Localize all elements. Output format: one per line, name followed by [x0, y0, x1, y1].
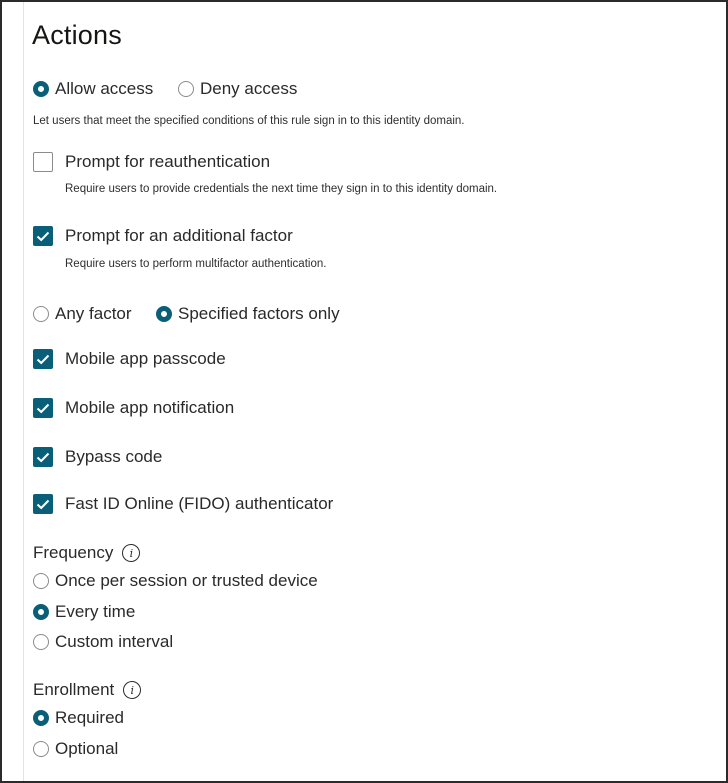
frequency-option-label: Every time — [55, 602, 136, 621]
frequency-option-label: Custom interval — [55, 632, 174, 651]
checkmark-icon — [36, 403, 50, 413]
page-title: Actions — [32, 20, 122, 50]
enrollment-heading: Enrollment i — [33, 680, 142, 700]
factor-label: Bypass code — [65, 447, 163, 466]
deny-access-label: Deny access — [200, 79, 298, 98]
checkbox-box — [33, 226, 53, 246]
factor-label: Mobile app notification — [65, 398, 235, 417]
enrollment-option-optional[interactable]: Optional — [33, 739, 118, 759]
checkmark-icon — [36, 354, 50, 364]
radio-indicator — [33, 604, 49, 620]
frequency-label: Frequency — [33, 543, 114, 562]
specified-factors-radio[interactable]: Specified factors only — [156, 304, 340, 324]
frequency-option-label: Once per session or trusted device — [55, 571, 318, 590]
any-factor-label: Any factor — [55, 304, 132, 323]
enrollment-option-label: Required — [55, 708, 124, 727]
enrollment-option-label: Optional — [55, 739, 119, 758]
radio-indicator — [33, 634, 49, 650]
additional-factor-checkbox[interactable]: Prompt for an additional factor — [33, 226, 293, 246]
factor-label: Fast ID Online (FIDO) authenticator — [65, 494, 334, 513]
panel-left-rule — [23, 2, 24, 781]
checkbox-box — [33, 494, 53, 514]
radio-indicator — [156, 306, 172, 322]
any-factor-radio[interactable]: Any factor — [33, 304, 132, 324]
factor-checkbox-mobile-notification[interactable]: Mobile app notification — [33, 398, 234, 418]
reauthentication-help-text: Require users to provide credentials the… — [65, 183, 498, 195]
enrollment-label: Enrollment — [33, 680, 115, 699]
deny-access-radio[interactable]: Deny access — [178, 79, 297, 99]
checkbox-box — [33, 447, 53, 467]
additional-factor-help-text: Require users to perform multifactor aut… — [65, 258, 327, 270]
reauthentication-checkbox[interactable]: Prompt for reauthentication — [33, 152, 270, 172]
reauthentication-label: Prompt for reauthentication — [65, 152, 271, 171]
factor-checkbox-fido[interactable]: Fast ID Online (FIDO) authenticator — [33, 494, 333, 514]
frequency-option-every-time[interactable]: Every time — [33, 602, 135, 622]
radio-indicator — [33, 710, 49, 726]
enrollment-info-icon[interactable]: i — [123, 681, 142, 699]
allow-access-radio[interactable]: Allow access — [33, 79, 153, 99]
checkbox-box — [33, 349, 53, 369]
checkmark-icon — [36, 452, 50, 462]
additional-factor-label: Prompt for an additional factor — [65, 226, 293, 245]
checkbox-box — [33, 398, 53, 418]
specified-factors-label: Specified factors only — [178, 304, 340, 323]
radio-indicator — [178, 81, 194, 97]
access-help-text: Let users that meet the specified condit… — [33, 115, 465, 127]
checkmark-icon — [36, 499, 50, 509]
radio-indicator — [33, 306, 49, 322]
frequency-heading: Frequency i — [33, 543, 141, 563]
checkbox-box — [33, 152, 53, 172]
factor-checkbox-mobile-passcode[interactable]: Mobile app passcode — [33, 349, 226, 369]
factor-label: Mobile app passcode — [65, 349, 226, 368]
radio-indicator — [33, 741, 49, 757]
radio-indicator — [33, 81, 49, 97]
frequency-info-icon[interactable]: i — [122, 544, 141, 562]
allow-access-label: Allow access — [55, 79, 154, 98]
checkmark-icon — [36, 231, 50, 241]
actions-panel: Actions Allow access Deny access Let use… — [0, 0, 728, 783]
radio-indicator — [33, 573, 49, 589]
frequency-option-custom-interval[interactable]: Custom interval — [33, 632, 173, 652]
factor-checkbox-bypass-code[interactable]: Bypass code — [33, 447, 162, 467]
enrollment-option-required[interactable]: Required — [33, 708, 124, 728]
frequency-option-once-per-session[interactable]: Once per session or trusted device — [33, 571, 318, 591]
